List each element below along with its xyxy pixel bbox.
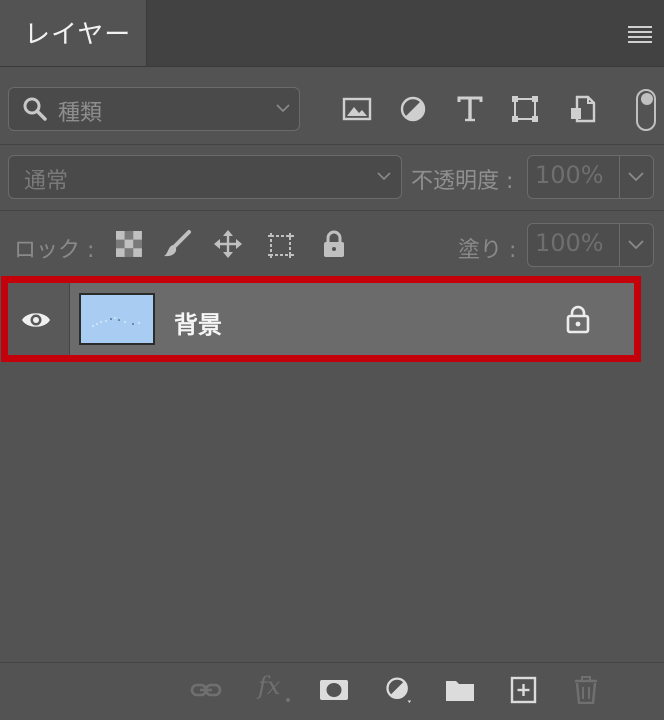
chevron-down-icon [377,172,391,181]
search-icon [23,97,47,121]
fill-chevron-down-icon[interactable] [628,240,644,250]
divider [0,210,664,211]
shape-filter-icon[interactable] [510,94,540,124]
trash-icon[interactable] [570,676,602,704]
adjustment-layer-icon[interactable] [382,676,414,704]
link-layers-icon[interactable] [190,676,222,704]
layer-thumbnail-image [81,295,153,343]
filter-toggle-knob [641,93,653,105]
folder-icon[interactable] [444,676,476,704]
smart-object-filter-icon[interactable] [568,94,598,124]
type-filter-icon[interactable] [455,94,485,124]
lock-image-pixels-icon[interactable] [162,229,192,259]
lock-label: ロック : [14,238,95,263]
chevron-down-icon [276,104,290,113]
lock-artboard-icon[interactable] [266,229,296,259]
opacity-value: 100% [535,161,604,189]
adjustment-filter-icon[interactable] [398,94,428,124]
layer-thumbnail[interactable] [79,293,155,345]
blend-mode-value: 通常 [24,169,69,194]
fx-menu-indicator [286,698,290,702]
filter-kind-label: 種類 [58,101,103,126]
layer-lock-icon[interactable] [565,304,591,334]
filter-kind-dropdown[interactable] [8,87,300,131]
layer-name[interactable]: 背景 [174,305,222,340]
new-layer-icon[interactable] [507,676,539,704]
lock-position-icon[interactable] [213,229,243,259]
fill-value: 100% [535,229,604,257]
opacity-chevron-down-icon[interactable] [628,172,644,182]
panel-menu-icon[interactable] [628,26,652,43]
lock-all-icon[interactable] [319,229,349,259]
fx-icon[interactable]: fx [258,672,280,700]
divider [0,144,664,145]
layer-mask-icon[interactable] [318,676,350,704]
image-filter-icon[interactable] [342,94,372,124]
eye-icon [22,313,50,327]
opacity-label: 不透明度 : [411,169,514,194]
divider [619,224,620,266]
lock-transparent-pixels-icon[interactable] [114,229,144,259]
divider [619,156,620,198]
fill-label: 塗り : [458,238,517,263]
tab-layers-label: レイヤー [24,20,132,50]
